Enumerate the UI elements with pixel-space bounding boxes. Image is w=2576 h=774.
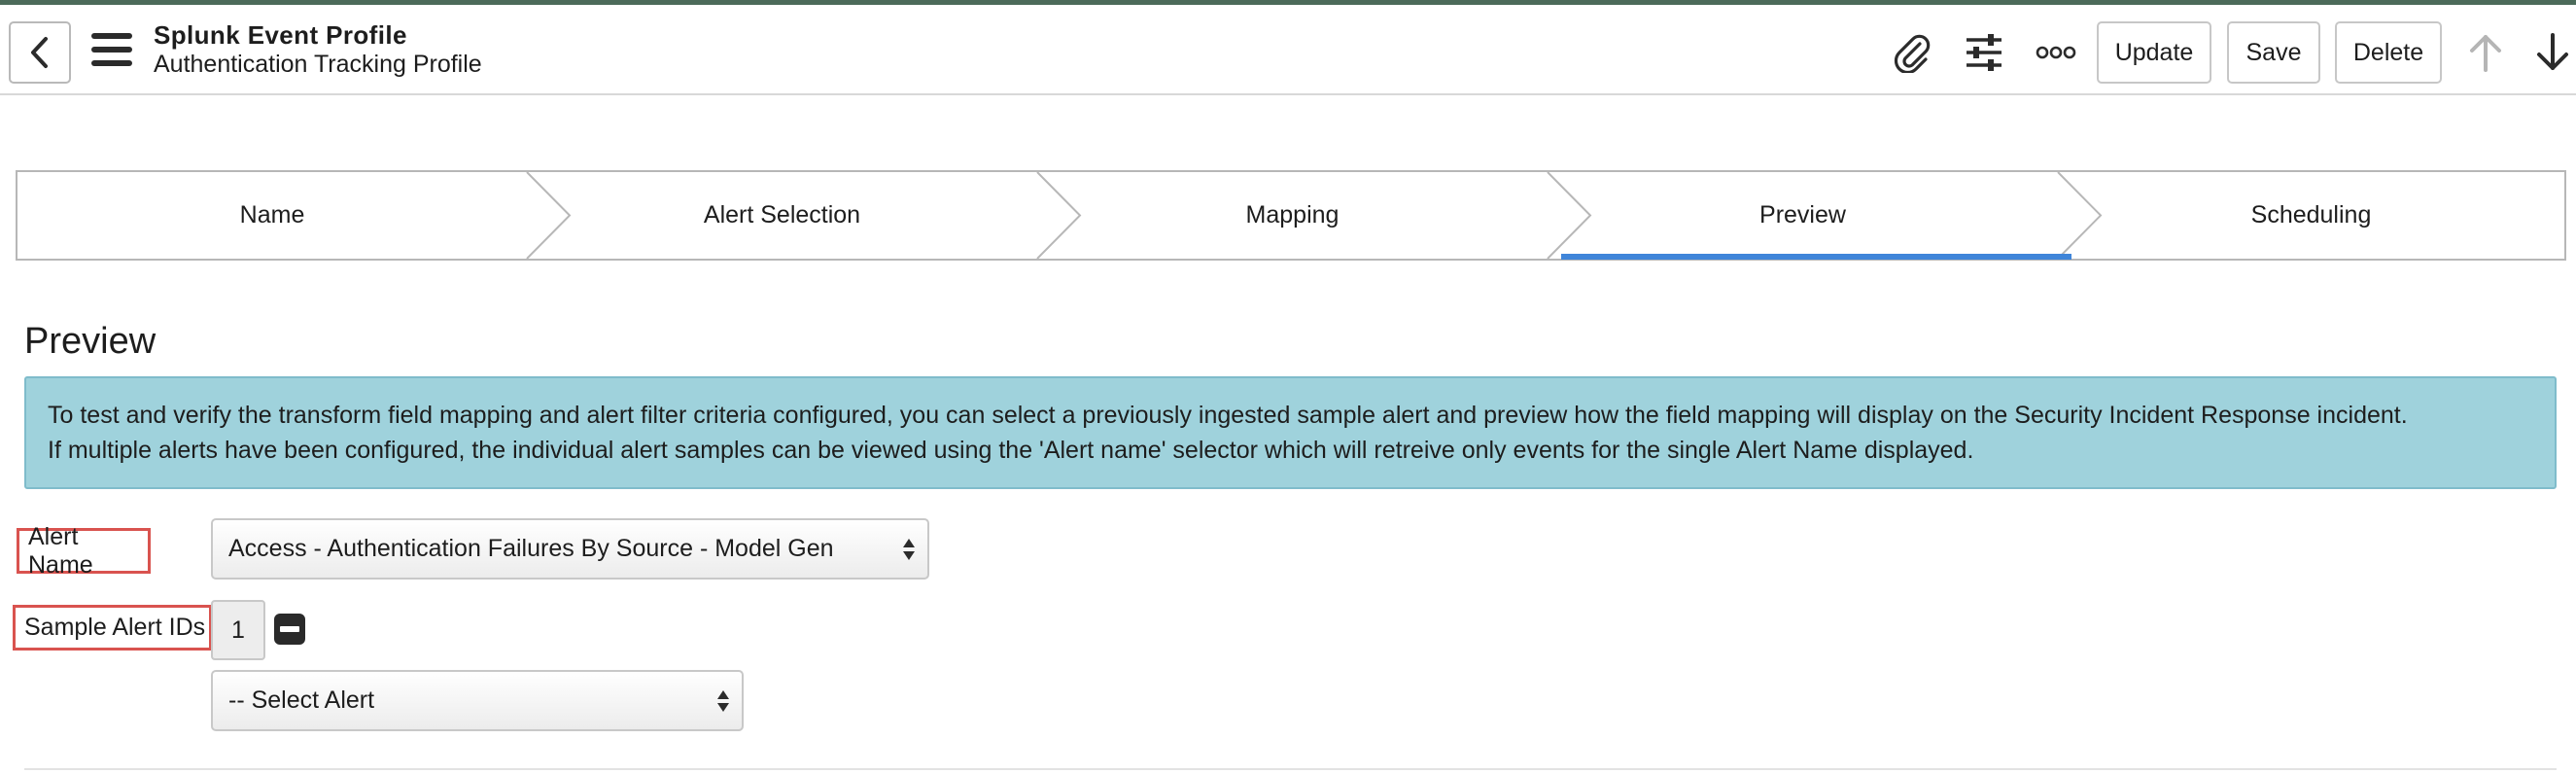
save-button[interactable]: Save xyxy=(2227,21,2320,84)
alert-name-value: Access - Authentication Failures By Sour… xyxy=(228,535,834,562)
record-title: Splunk Event Profile xyxy=(154,20,407,50)
paperclip-icon[interactable] xyxy=(1889,30,1933,75)
update-button[interactable]: Update xyxy=(2097,21,2211,84)
select-arrows-icon xyxy=(717,689,729,712)
delete-button[interactable]: Delete xyxy=(2335,21,2442,84)
arrow-down-icon[interactable] xyxy=(2530,30,2575,75)
active-step-indicator xyxy=(1561,254,2071,260)
form-header: Splunk Event Profile Authentication Trac… xyxy=(0,5,2576,95)
step-scheduling[interactable]: Scheduling xyxy=(2058,172,2564,259)
step-name[interactable]: Name xyxy=(17,172,527,259)
select-alert-dropdown[interactable]: -- Select Alert xyxy=(211,670,744,731)
info-line-1: To test and verify the transform field m… xyxy=(48,402,2408,429)
step-mapping[interactable]: Mapping xyxy=(1037,172,1548,259)
section-title: Preview xyxy=(24,321,157,362)
remove-icon[interactable] xyxy=(274,614,305,645)
select-alert-value: -- Select Alert xyxy=(228,686,375,714)
alert-name-select[interactable]: Access - Authentication Failures By Sour… xyxy=(211,518,929,580)
sample-alert-ids-label: Sample Alert IDs xyxy=(13,605,212,651)
select-arrows-icon xyxy=(903,538,915,560)
back-button[interactable] xyxy=(9,21,71,84)
wizard-steps: Name Alert Selection Mapping Preview Sch… xyxy=(16,170,2566,261)
more-options-icon[interactable] xyxy=(2034,30,2078,75)
sliders-icon[interactable] xyxy=(1962,30,2006,75)
step-alert-selection[interactable]: Alert Selection xyxy=(527,172,1037,259)
alert-name-label: Alert Name xyxy=(17,523,151,579)
step-preview[interactable]: Preview xyxy=(1548,172,2058,259)
record-title-block: Splunk Event Profile Authentication Trac… xyxy=(154,19,482,78)
hamburger-menu-icon[interactable] xyxy=(91,33,132,66)
arrow-up-icon[interactable] xyxy=(2463,30,2508,75)
chevron-left-icon xyxy=(31,37,48,68)
info-line-2: If multiple alerts have been configured,… xyxy=(48,437,1974,464)
divider xyxy=(24,768,2557,770)
sample-ids-count: 1 xyxy=(211,600,265,660)
info-message: To test and verify the transform field m… xyxy=(24,376,2557,489)
record-subtitle: Authentication Tracking Profile xyxy=(154,51,482,78)
